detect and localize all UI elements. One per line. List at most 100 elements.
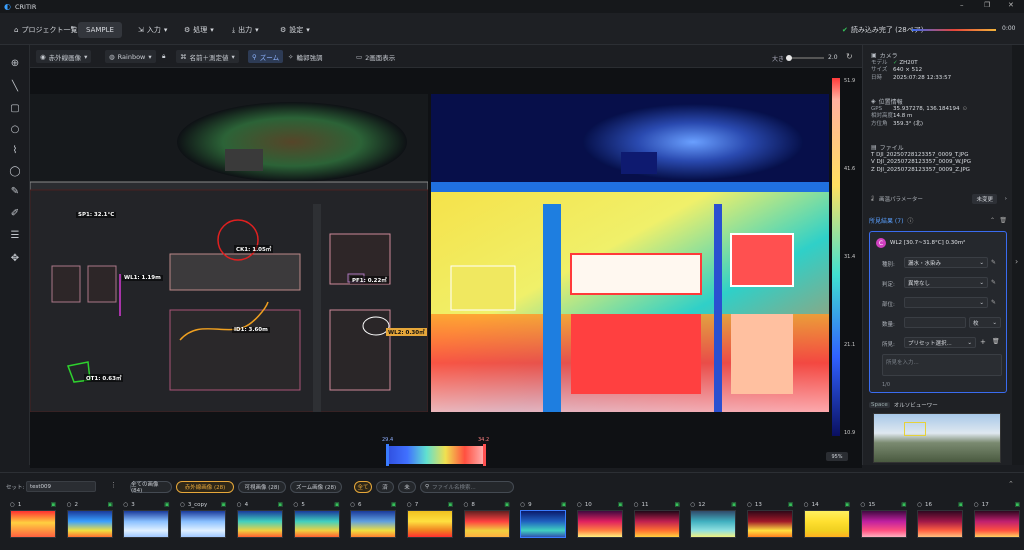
unit-select[interactable]: 枚 ⌄: [969, 317, 1001, 328]
thumbnail-image[interactable]: [520, 510, 567, 538]
thumbnail[interactable]: ○ 7 ▣: [406, 501, 453, 539]
set-input[interactable]: test009: [26, 481, 96, 492]
zoom-badge[interactable]: 95%: [826, 452, 848, 461]
add-icon[interactable]: +: [980, 338, 986, 346]
status-filter-done[interactable]: 済: [376, 481, 394, 493]
thumbnail-image[interactable]: [577, 510, 623, 538]
radio-icon[interactable]: ○: [634, 502, 639, 508]
thumbnail-image[interactable]: [747, 510, 794, 538]
thumbnail[interactable]: ○ 14 ▣: [803, 501, 850, 539]
range-histogram[interactable]: [388, 446, 484, 464]
process-menu[interactable]: ⚙ 処理 ▾: [184, 22, 214, 38]
check-label[interactable]: CK1: 1.05㎡: [234, 245, 274, 253]
radio-icon[interactable]: ○: [407, 502, 412, 508]
radio-icon[interactable]: ○: [690, 502, 695, 508]
contour-image[interactable]: [30, 94, 428, 412]
more-icon[interactable]: ⋮: [110, 481, 117, 489]
refresh-icon[interactable]: ↻: [846, 52, 853, 61]
thumbnail-image[interactable]: [350, 510, 397, 538]
filter-all[interactable]: 全ての画像 (84): [130, 481, 172, 494]
quantity-input[interactable]: [904, 317, 966, 328]
ortho-image[interactable]: [873, 413, 1001, 463]
adjust-tool-icon[interactable]: ☰: [7, 227, 23, 243]
thumbnail[interactable]: ○ 11 ▣: [633, 501, 680, 539]
input-menu[interactable]: ⇲ 入力 ▾: [138, 22, 167, 38]
thermal-image[interactable]: [431, 94, 829, 412]
thumbnail[interactable]: ○ 12 ▣: [690, 501, 737, 539]
radio-icon[interactable]: ○: [123, 502, 128, 508]
filter-zoom[interactable]: ズーム画像 (28): [290, 481, 342, 493]
maximize-button[interactable]: ❐: [984, 1, 990, 9]
link-icon[interactable]: ⊙: [962, 106, 967, 113]
close-button[interactable]: ✕: [1008, 1, 1014, 9]
trash-icon[interactable]: 🗑︎: [992, 338, 1000, 345]
radio-icon[interactable]: ○: [237, 502, 242, 508]
thumbnail[interactable]: ○ 13 ▣: [747, 501, 794, 539]
judgement-select[interactable]: 異常なし ⌄: [904, 277, 988, 288]
thumbnail-image[interactable]: [917, 510, 964, 538]
radio-icon[interactable]: ○: [804, 502, 809, 508]
pencil-icon[interactable]: ✎: [991, 279, 996, 286]
thumbnail-image[interactable]: [293, 510, 340, 538]
spot-label[interactable]: SP1: 32.1°C: [76, 212, 117, 218]
polyline-label[interactable]: ID1: 3.60m: [232, 327, 270, 333]
thumbnail[interactable]: ○ 9 ▣: [520, 501, 567, 539]
radio-icon[interactable]: ○: [974, 502, 979, 508]
thumbnail[interactable]: ○ 3 ▣: [123, 501, 170, 539]
radio-icon[interactable]: ○: [861, 502, 866, 508]
thumbnail-image[interactable]: [180, 510, 227, 538]
thumbnail-image[interactable]: [633, 510, 680, 538]
thumbnail[interactable]: ○ 6 ▣: [350, 501, 397, 539]
thumbnail[interactable]: ○ 4 ▣: [236, 501, 283, 539]
edit-tool-icon[interactable]: ✐: [7, 205, 23, 221]
radio-icon[interactable]: ○: [747, 502, 752, 508]
output-menu[interactable]: ⤓ 出力 ▾: [232, 22, 259, 38]
filter-visible[interactable]: 可視画像 (28): [238, 481, 286, 493]
thumbnail-image[interactable]: [803, 510, 850, 538]
thumbnail[interactable]: ○ 3_copy ▣: [180, 501, 227, 539]
size-slider-knob[interactable]: [786, 55, 793, 61]
type-select[interactable]: 漏水・水染み ⌄: [904, 257, 988, 268]
collapse-icon[interactable]: ⌃: [1008, 480, 1014, 488]
thumbnail[interactable]: ○ 8 ▣: [463, 501, 510, 539]
color-scale-bar[interactable]: [832, 78, 840, 436]
file-item[interactable]: Z DJI_20250728123357_0009_Z.JPG: [871, 167, 1007, 174]
file-search-input[interactable]: ⚲ ファイル名検索...: [420, 481, 514, 493]
pen-tool-icon[interactable]: ✎: [7, 183, 23, 199]
radio-icon[interactable]: ○: [577, 502, 582, 508]
thumbnail[interactable]: ○ 1 ▣: [10, 501, 56, 539]
label-mode-select[interactable]: ⌘ 名前＋測定値 ▾: [176, 50, 239, 63]
file-item[interactable]: V DJI_20250728123357_0009_W.JPG: [871, 159, 1007, 166]
thumbnail[interactable]: ○ 10 ▣: [577, 501, 623, 539]
chevron-right-icon[interactable]: ›: [1015, 257, 1018, 266]
line-tool-icon[interactable]: ╲: [7, 78, 23, 94]
thumbnail-image[interactable]: [406, 510, 453, 538]
thumbnail-image[interactable]: [463, 510, 510, 538]
radio-icon[interactable]: ○: [464, 502, 469, 508]
thumbnail-image[interactable]: [860, 510, 907, 538]
panel-collapse-strip[interactable]: ›: [1012, 45, 1024, 465]
status-filter-all[interactable]: 全て: [354, 481, 372, 493]
rect-tool-icon[interactable]: ▢: [7, 100, 23, 116]
thumbnail-image[interactable]: [973, 510, 1020, 538]
thumbnail[interactable]: ○ 17 ▣: [973, 501, 1020, 539]
settings-menu[interactable]: ⚙ 設定 ▾: [280, 22, 310, 38]
polygon-label[interactable]: PF1: 0.22㎡: [350, 276, 389, 284]
circle-tool-icon[interactable]: ○: [7, 121, 23, 137]
image-type-select[interactable]: ◉ 赤外線画像 ▾: [36, 50, 92, 63]
part-select[interactable]: ⌄: [904, 297, 988, 308]
radio-icon[interactable]: ○: [180, 502, 185, 508]
thumbnail-image[interactable]: [690, 510, 737, 538]
thumbnail[interactable]: ○ 5 ▣: [293, 501, 340, 539]
help-icon[interactable]: ⓘ: [907, 216, 913, 225]
dual-view-toggle[interactable]: ▭ 2画面表示: [352, 50, 399, 63]
file-item[interactable]: T DJI_20250728123357_0009_T.JPG: [871, 152, 1007, 159]
radio-icon[interactable]: ○: [10, 502, 15, 508]
other-label[interactable]: OT1: 0.63㎡: [84, 374, 124, 382]
trash-icon[interactable]: 🗑︎: [999, 217, 1007, 224]
collapse-icon[interactable]: ⌃: [990, 217, 995, 224]
spot-tool-icon[interactable]: ⊕: [7, 55, 23, 71]
radio-icon[interactable]: ○: [67, 502, 72, 508]
range-max-handle[interactable]: [483, 444, 486, 466]
params-row[interactable]: 🌡︎ 画温パラメーター 未変更 ›: [869, 193, 1009, 205]
